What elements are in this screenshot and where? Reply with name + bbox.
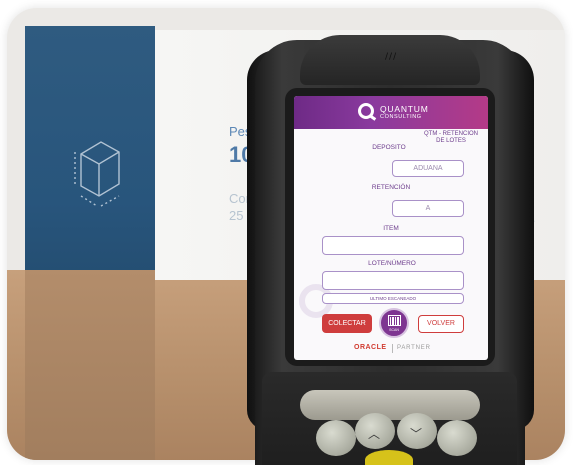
chevron-up-icon: ︿ (368, 427, 381, 441)
lote-label: LOTE/NÚMERO (368, 260, 416, 267)
deposito-label: DEPOSITO (372, 144, 406, 151)
partner-label: PARTNER (397, 345, 431, 351)
screen-title-line2: DE LOTES (436, 138, 466, 144)
keypad-down-key[interactable]: ﹀ (397, 413, 437, 449)
device-screen: QUANTUM CONSULTING QTM - RETENCION DE LO… (294, 96, 488, 360)
app-header: QUANTUM CONSULTING (294, 96, 488, 129)
chevron-down-icon: ﹀ (410, 427, 423, 441)
scan-button-label: SCAN (389, 328, 399, 332)
box-blue-panel-lower (25, 270, 155, 460)
keypad-scan-trigger[interactable] (365, 450, 413, 465)
back-button[interactable]: VOLVER (418, 315, 464, 333)
keypad-key[interactable] (437, 420, 477, 456)
retencion-label: RETENCIÓN (371, 184, 411, 191)
scan-button[interactable]: SCAN (379, 308, 409, 338)
collect-button[interactable]: COLECTAR (322, 314, 372, 333)
cube-icon (74, 141, 120, 207)
keypad-up-key[interactable]: ︿ (355, 413, 395, 449)
oracle-logo: ORACLE (354, 344, 387, 351)
speaker-grill-icon: /// (385, 52, 398, 62)
brand-subtitle: CONSULTING (380, 114, 422, 120)
quantum-logo-tail (368, 114, 377, 121)
lote-field[interactable] (322, 271, 464, 290)
barcode-icon (388, 315, 401, 326)
keypad-key[interactable] (316, 420, 356, 456)
retencion-field[interactable]: A (392, 200, 464, 217)
brand-name: QUANTUM (380, 104, 429, 114)
screen-title: QTM - RETENCION DE LOTES (418, 131, 484, 145)
item-field[interactable] (322, 236, 464, 255)
item-label: ITEM (383, 225, 399, 232)
footer-divider (392, 344, 393, 353)
screen-title-line1: QTM - RETENCION (424, 131, 478, 137)
last-scanned-field: ULTIMO ESCANEADO (322, 293, 464, 304)
deposito-field[interactable]: ADUANA (392, 160, 464, 177)
keypad-strip (300, 390, 480, 420)
